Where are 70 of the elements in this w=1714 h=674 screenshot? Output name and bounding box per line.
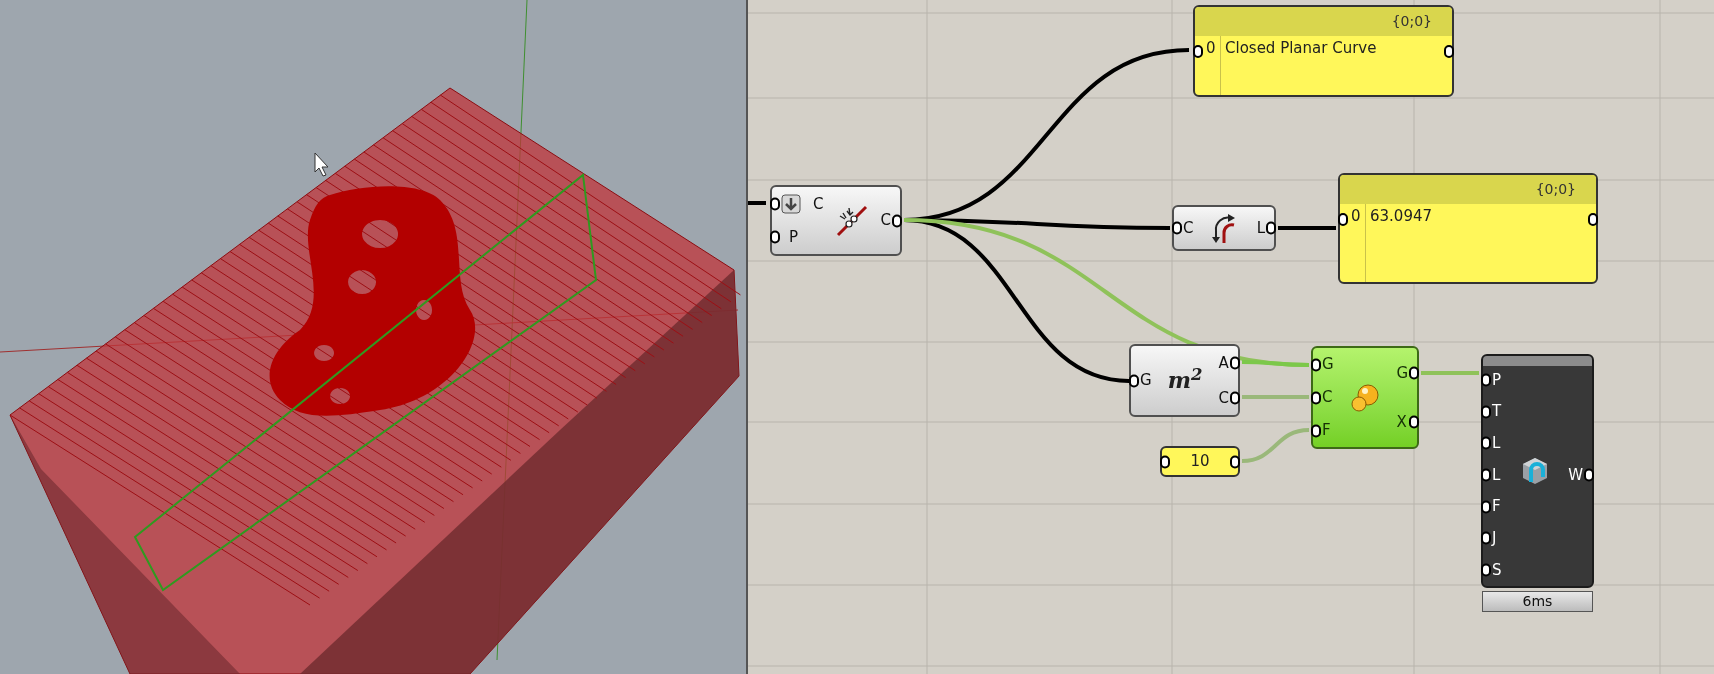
port-connector[interactable] — [1481, 436, 1491, 450]
port-connector[interactable] — [1481, 468, 1491, 482]
number-panel[interactable]: 10 — [1160, 446, 1240, 477]
node-canvas[interactable]: {0;0} 0 Closed Planar Curve {0;0} 0 63.0947 C P C C L G m$^{2}$ A C G C F G X P T L L F J S W 10 6ms — [748, 0, 1714, 674]
input-label: P — [1492, 369, 1502, 391]
input-label: G — [1140, 370, 1152, 392]
input-label: L — [1492, 433, 1501, 454]
port-connector[interactable] — [770, 230, 780, 244]
curve-shorten-icon — [835, 203, 869, 238]
port-connector[interactable] — [1481, 500, 1491, 514]
output-label: C — [1218, 387, 1229, 409]
component-node[interactable]: C P C — [770, 185, 902, 256]
input-label: F — [1322, 420, 1331, 442]
cursor-icon — [314, 152, 329, 177]
output-label: C — [880, 210, 891, 232]
spheres-icon — [1350, 382, 1380, 413]
port-connector[interactable] — [1338, 213, 1348, 226]
solver-component-node[interactable]: G C F G X — [1311, 346, 1419, 449]
port-connector[interactable] — [1311, 391, 1321, 404]
data-panel[interactable]: {0;0} 0 Closed Planar Curve — [1193, 5, 1454, 97]
port-connector[interactable] — [1588, 213, 1598, 226]
input-label: G — [1322, 354, 1334, 376]
port-connector[interactable] — [1481, 563, 1491, 577]
port-connector[interactable] — [1172, 221, 1182, 235]
row-index: 0 — [1195, 36, 1221, 95]
port-connector[interactable] — [1311, 358, 1321, 371]
timing-label: 6ms — [1482, 591, 1593, 612]
input-label: F — [1492, 496, 1501, 518]
port-connector[interactable] — [1160, 455, 1170, 468]
down-arrow-icon[interactable] — [781, 193, 801, 214]
port-connector[interactable] — [1409, 366, 1419, 380]
input-label: C — [1322, 387, 1333, 409]
port-connector[interactable] — [1129, 374, 1139, 387]
output-label: L — [1256, 217, 1265, 239]
input-label: C — [1183, 217, 1194, 239]
input-label: T — [1492, 401, 1502, 423]
port-connector[interactable] — [1311, 424, 1321, 437]
path-label: {0;0} — [1535, 180, 1576, 199]
cube-icon — [1520, 456, 1549, 486]
port-connector[interactable] — [1230, 391, 1240, 405]
output-label: W — [1568, 464, 1583, 486]
area-symbol: m$^{2}$ — [1167, 364, 1203, 395]
port-connector[interactable] — [1409, 415, 1419, 429]
port-connector[interactable] — [1481, 373, 1491, 387]
port-connector[interactable] — [1193, 45, 1203, 58]
data-panel[interactable]: {0;0} 0 63.0947 — [1338, 173, 1598, 284]
panel-value: Closed Planar Curve — [1224, 38, 1377, 59]
port-connector[interactable] — [1266, 221, 1276, 235]
port-connector[interactable] — [892, 214, 902, 227]
port-connector[interactable] — [1481, 531, 1491, 545]
input-label: L — [1492, 464, 1501, 486]
number-value: 10 — [1190, 451, 1210, 473]
component-node[interactable]: C L — [1172, 205, 1276, 251]
port-connector[interactable] — [1584, 468, 1594, 482]
output-label: A — [1218, 353, 1229, 374]
port-connector[interactable] — [1230, 455, 1240, 468]
output-label: G — [1396, 362, 1408, 384]
input-label: S — [1492, 559, 1502, 581]
component-node[interactable]: G m$^{2}$ A C — [1129, 344, 1240, 417]
input-label: C — [813, 193, 824, 215]
path-label: {0;0} — [1391, 12, 1432, 31]
input-label: J — [1492, 528, 1497, 550]
row-index: 0 — [1340, 204, 1366, 282]
port-connector[interactable] — [1481, 405, 1491, 419]
panel-value: 63.0947 — [1369, 206, 1433, 227]
port-connector[interactable] — [1444, 45, 1454, 58]
input-label: P — [789, 227, 799, 248]
port-connector[interactable] — [1230, 356, 1240, 370]
export-component-node[interactable]: P T L L F J S W — [1481, 354, 1594, 588]
output-label: X — [1396, 412, 1407, 433]
